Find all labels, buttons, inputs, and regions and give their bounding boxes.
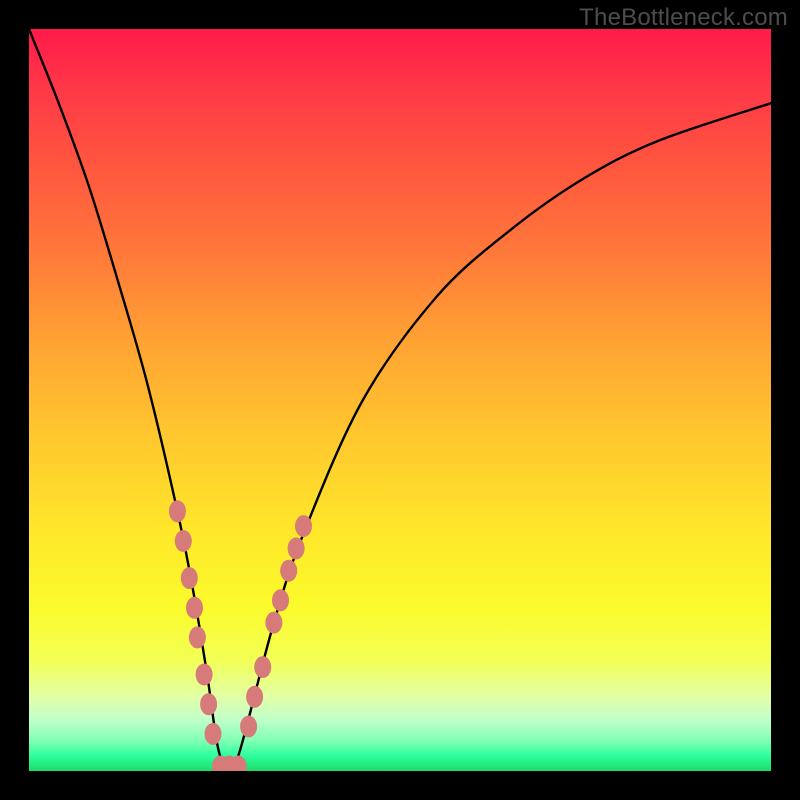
marker-point: [288, 537, 305, 559]
watermark-text: TheBottleneck.com: [579, 4, 788, 32]
marker-point: [186, 597, 203, 619]
marker-point: [240, 716, 257, 738]
marker-point: [265, 612, 282, 634]
chart-frame: TheBottleneck.com: [0, 0, 800, 800]
marker-point: [254, 656, 271, 678]
chart-svg: [29, 29, 771, 771]
bottleneck-curve: [29, 29, 771, 771]
marker-point: [246, 686, 263, 708]
marker-point: [181, 567, 198, 589]
marker-point: [295, 515, 312, 537]
marker-group: [169, 500, 312, 771]
marker-point: [189, 626, 206, 648]
marker-point: [280, 560, 297, 582]
marker-point: [169, 500, 186, 522]
marker-point: [272, 589, 289, 611]
marker-point: [200, 693, 217, 715]
marker-point: [196, 664, 213, 686]
marker-point: [175, 530, 192, 552]
plot-area: [29, 29, 771, 771]
marker-point: [205, 723, 222, 745]
